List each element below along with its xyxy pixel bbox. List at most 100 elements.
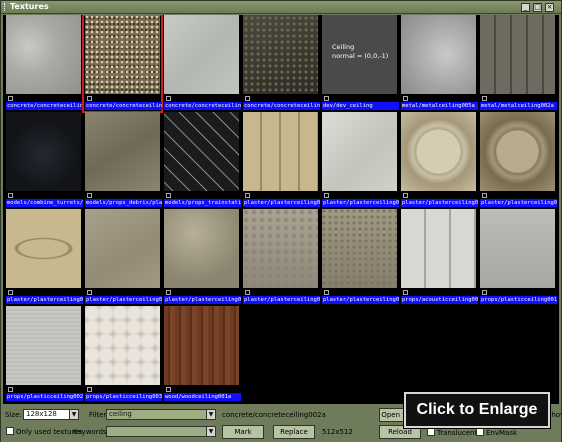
- window-title: Textures: [10, 2, 49, 11]
- texture-tile[interactable]: plaster/plasterceiling003b: [478, 112, 557, 209]
- texture-thumbnail[interactable]: [6, 306, 81, 385]
- texture-thumbnail[interactable]: Ceiling normal = (0,0,-1): [322, 15, 397, 94]
- selected-texture-path: concrete/concreteceiling002a: [222, 411, 326, 419]
- texture-used-checkbox: [403, 290, 408, 295]
- texture-tile[interactable]: metal/metalceiling005a: [399, 15, 478, 112]
- size-label: Size:: [5, 411, 22, 419]
- grip-icon: [4, 3, 7, 11]
- size-select[interactable]: 128x128 ▼: [23, 409, 79, 420]
- keywords-select[interactable]: ▼: [106, 426, 216, 437]
- filter-select[interactable]: ceiling ▼: [106, 409, 216, 420]
- texture-label: plaster/plasterceiling007a: [164, 296, 241, 304]
- texture-tile[interactable]: props/plasticceiling002a: [4, 306, 83, 403]
- texture-used-checkbox: [245, 193, 250, 198]
- texture-thumbnail[interactable]: [322, 209, 397, 288]
- texture-thumbnail[interactable]: [243, 209, 318, 288]
- texture-tile[interactable]: models/props_trainstation/ceiling: [162, 112, 241, 209]
- texture-grid[interactable]: concrete/concreteceiling001aconcrete/con…: [3, 15, 559, 404]
- texture-used-checkbox: [245, 96, 250, 101]
- texture-used-checkbox: [87, 96, 92, 101]
- texture-thumbnail[interactable]: [6, 112, 81, 191]
- chevron-down-icon[interactable]: ▼: [69, 410, 78, 419]
- texture-tile[interactable]: props/acousticceiling001a: [399, 209, 478, 306]
- texture-used-checkbox: [8, 193, 13, 198]
- texture-label: plaster/plasterceiling006a: [85, 296, 162, 304]
- texture-label: metal/metalceiling005a: [401, 102, 478, 110]
- texture-tile[interactable]: concrete/concreteceiling001a: [4, 15, 83, 112]
- texture-tile[interactable]: props/plasticceiling003a: [83, 306, 162, 403]
- texture-label: models/props_trainstation/ceiling: [164, 199, 241, 207]
- only-used-checkbox[interactable]: [6, 427, 14, 435]
- texture-thumbnail[interactable]: [164, 112, 239, 191]
- texture-label: wood/woodceiling001a: [164, 393, 241, 401]
- texture-thumbnail[interactable]: [401, 112, 476, 191]
- texture-tile[interactable]: concrete/concreteceiling003a: [162, 15, 241, 112]
- texture-used-checkbox: [8, 387, 13, 392]
- texture-tile[interactable]: plaster/plasterceiling005a: [4, 209, 83, 306]
- chevron-down-icon[interactable]: ▼: [206, 410, 215, 419]
- click-to-enlarge-badge[interactable]: Click to Enlarge: [403, 391, 551, 429]
- texture-label: dev/dev_ceiling: [322, 102, 399, 110]
- minimize-icon[interactable]: _: [521, 3, 530, 12]
- texture-thumbnail[interactable]: [164, 15, 239, 94]
- texture-thumbnail[interactable]: [85, 209, 160, 288]
- texture-thumbnail[interactable]: [85, 306, 160, 385]
- texture-tile[interactable]: models/props_debris/plasterceiling: [83, 112, 162, 209]
- texture-used-checkbox: [324, 193, 329, 198]
- texture-tile[interactable]: plaster/plasterceiling008a: [241, 209, 320, 306]
- texture-label: plaster/plasterceiling002a: [322, 199, 399, 207]
- title-bar[interactable]: Textures _ □ ×: [1, 1, 561, 14]
- texture-used-checkbox: [324, 96, 329, 101]
- texture-tile[interactable]: wood/woodceiling001a: [162, 306, 241, 403]
- texture-thumbnail[interactable]: [480, 112, 555, 191]
- texture-tile[interactable]: props/plasticceiling001a: [478, 209, 557, 306]
- mark-button[interactable]: Mark: [222, 425, 264, 439]
- texture-tile[interactable]: plaster/plasterceiling009a: [320, 209, 399, 306]
- texture-thumbnail[interactable]: [6, 15, 81, 94]
- texture-tile[interactable]: concrete/concreteceiling004a: [241, 15, 320, 112]
- texture-tile[interactable]: plaster/plasterceiling001a: [241, 112, 320, 209]
- chevron-down-icon[interactable]: ▼: [206, 427, 215, 436]
- texture-used-checkbox: [87, 387, 92, 392]
- texture-thumbnail[interactable]: [6, 209, 81, 288]
- texture-used-checkbox: [403, 96, 408, 101]
- texture-tile[interactable]: plaster/plasterceiling007a: [162, 209, 241, 306]
- texture-label: plaster/plasterceiling003b: [480, 199, 557, 207]
- texture-thumbnail[interactable]: [243, 112, 318, 191]
- texture-used-checkbox: [87, 193, 92, 198]
- texture-thumbnail[interactable]: [322, 112, 397, 191]
- texture-label: plaster/plasterceiling008a: [243, 296, 320, 304]
- texture-tile[interactable]: plaster/plasterceiling003a: [399, 112, 478, 209]
- texture-thumbnail[interactable]: [401, 15, 476, 94]
- texture-tile[interactable]: models/combine_turrets/ceiling: [4, 112, 83, 209]
- texture-tile[interactable]: Ceiling normal = (0,0,-1) dev/dev_ceiling: [320, 15, 399, 112]
- replace-button[interactable]: Replace: [273, 425, 315, 439]
- texture-thumbnail[interactable]: [164, 209, 239, 288]
- textures-window: Textures _ □ × concrete/concreteceiling0…: [0, 0, 562, 442]
- texture-thumbnail[interactable]: [243, 15, 318, 94]
- texture-label: props/plasticceiling003a: [85, 393, 162, 401]
- texture-thumbnail[interactable]: [85, 15, 160, 94]
- texture-tile[interactable]: plaster/plasterceiling002a: [320, 112, 399, 209]
- texture-thumbnail[interactable]: [401, 209, 476, 288]
- envmask-checkbox[interactable]: [476, 428, 484, 436]
- translucent-checkbox[interactable]: [427, 428, 435, 436]
- maximize-icon[interactable]: □: [533, 3, 542, 12]
- texture-label: concrete/concreteceiling002a: [85, 102, 162, 110]
- texture-used-checkbox: [482, 290, 487, 295]
- texture-thumbnail[interactable]: [85, 112, 160, 191]
- texture-label: props/acousticceiling001a: [401, 296, 478, 304]
- texture-used-checkbox: [166, 193, 171, 198]
- texture-used-checkbox: [166, 387, 171, 392]
- texture-label: concrete/concreteceiling004a: [243, 102, 320, 110]
- texture-thumbnail[interactable]: [480, 15, 555, 94]
- texture-caption: Ceiling normal = (0,0,-1): [332, 43, 389, 60]
- texture-tile[interactable]: concrete/concreteceiling002a: [82, 15, 163, 113]
- close-icon[interactable]: ×: [545, 3, 554, 12]
- texture-thumbnail[interactable]: [480, 209, 555, 288]
- texture-thumbnail[interactable]: [164, 306, 239, 385]
- texture-tile[interactable]: plaster/plasterceiling006a: [83, 209, 162, 306]
- texture-used-checkbox: [403, 193, 408, 198]
- texture-tile[interactable]: metal/metalceiling002a: [478, 15, 557, 112]
- size-value: 128x128: [26, 410, 57, 418]
